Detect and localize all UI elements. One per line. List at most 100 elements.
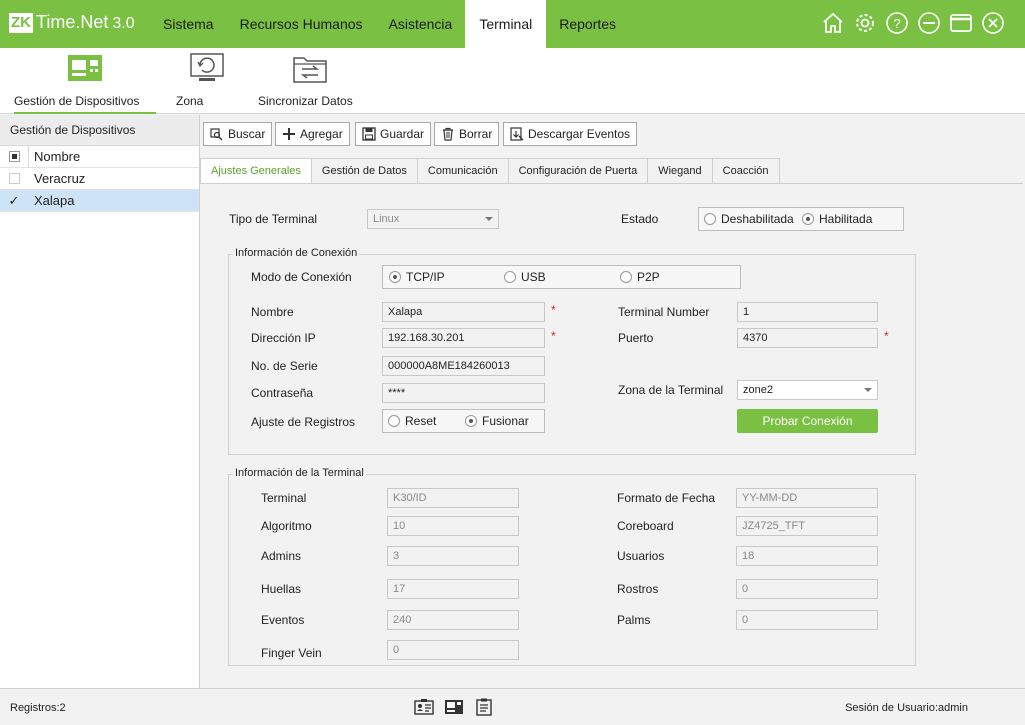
home-icon[interactable] (821, 11, 845, 35)
fingerprints-field: 17 (387, 579, 519, 599)
tab-wiegand[interactable]: Wiegand (648, 158, 713, 184)
subtab-label: Zona (176, 94, 204, 108)
gear-icon[interactable] (853, 11, 877, 35)
ip-address-field[interactable]: 192.168.30.201 (382, 328, 545, 348)
window-controls: ? (821, 11, 1005, 35)
algorithm-field: 10 (387, 516, 519, 536)
menu-sistema[interactable]: Sistema (150, 0, 227, 48)
records-count: Registros:2 (10, 702, 66, 714)
zone-icon (189, 52, 225, 84)
palms-field: 0 (736, 610, 878, 630)
subtab-sync-data[interactable]: Sincronizar Datos (258, 48, 362, 114)
events-label: Eventos (261, 613, 305, 627)
row-checkbox-checked[interactable]: ✓ (9, 190, 20, 212)
download-events-button[interactable]: Descargar Eventos (503, 122, 638, 146)
terminal-model-field: K30/ID (387, 488, 519, 508)
terminal-number-label: Terminal Number (618, 305, 710, 319)
terminal-type-select[interactable]: Linux (367, 209, 499, 229)
add-button[interactable]: Agregar (275, 122, 350, 146)
user-session: Sesión de Usuario:admin (845, 702, 968, 714)
menu-terminal[interactable]: Terminal (465, 0, 547, 48)
radio-dot (389, 271, 401, 283)
device-list-title: Gestión de Dispositivos (0, 115, 199, 146)
date-format-label: Formato de Fecha (617, 491, 716, 505)
device-management-icon (67, 52, 103, 84)
coreboard-label: Coreboard (617, 519, 674, 533)
serial-number-field[interactable]: 000000A8ME184260013 (382, 356, 545, 376)
chevron-down-icon (485, 217, 493, 221)
password-field[interactable]: **** (382, 383, 545, 403)
radio-label: Reset (405, 414, 437, 428)
mode-usb-radio[interactable]: USB (504, 270, 546, 284)
save-button[interactable]: Guardar (355, 122, 432, 146)
download-icon (510, 127, 524, 141)
mode-p2p-radio[interactable]: P2P (620, 270, 660, 284)
users-label: Usuarios (617, 549, 665, 563)
finger-vein-label: Finger Vein (261, 646, 322, 660)
terminal-icon[interactable] (444, 698, 464, 716)
serial-number-label: No. de Serie (251, 359, 318, 373)
status-label: Estado (621, 212, 659, 226)
radio-label: Deshabilitada (721, 212, 794, 226)
name-field[interactable]: Xalapa (382, 302, 545, 322)
search-button[interactable]: Buscar (203, 122, 273, 146)
tab-general-settings[interactable]: Ajustes Generales (200, 158, 312, 184)
column-header-name[interactable]: Nombre (28, 145, 199, 168)
device-list-header: Nombre (0, 145, 199, 168)
finger-vein-field: 0 (387, 640, 519, 660)
select-all-checkbox[interactable] (8, 151, 20, 162)
menu-recursos-humanos[interactable]: Recursos Humanos (227, 0, 376, 48)
row-checkbox[interactable] (8, 173, 20, 184)
action-toolbar: Buscar Agregar Guardar Borrar Descargar … (200, 115, 1025, 155)
terminal-number-field[interactable]: 1 (737, 302, 878, 322)
device-row-veracruz[interactable]: Veracruz (0, 168, 199, 190)
user-card-icon[interactable] (414, 698, 434, 716)
radio-label: TCP/IP (406, 270, 445, 284)
save-icon (362, 127, 376, 141)
status-disabled-radio[interactable]: Deshabilitada (704, 212, 794, 226)
faces-label: Rostros (617, 582, 659, 596)
terminal-type-label: Tipo de Terminal (229, 212, 318, 226)
delete-button[interactable]: Borrar (434, 122, 500, 146)
radio-label: USB (521, 270, 546, 284)
report-icon[interactable] (474, 698, 494, 716)
ip-address-label: Dirección IP (251, 331, 316, 345)
tab-duress[interactable]: Coacción (712, 158, 780, 184)
device-name: Xalapa (34, 192, 75, 208)
port-label: Puerto (618, 331, 654, 345)
tab-communication[interactable]: Comunicación (417, 158, 509, 184)
tab-data-management[interactable]: Gestión de Datos (311, 158, 418, 184)
test-connection-button[interactable]: Probar Conexión (737, 409, 878, 433)
sub-toolbar: Gestión de Dispositivos Zona Sincronizar… (0, 48, 1025, 114)
device-row-xalapa[interactable]: ✓ Xalapa (0, 190, 199, 212)
app-logo: ZK Time.Net 3.0 (9, 12, 135, 33)
connection-info-title: Información de Conexión (233, 247, 360, 259)
terminal-zone-label: Zona de la Terminal (618, 383, 724, 397)
port-field[interactable]: 4370 (737, 328, 878, 348)
download-events-button-label: Descargar Eventos (528, 127, 631, 141)
maximize-icon[interactable] (949, 11, 973, 35)
device-name: Veracruz (34, 170, 86, 186)
delete-button-label: Borrar (459, 127, 493, 141)
help-icon[interactable]: ? (885, 11, 909, 35)
close-icon[interactable] (981, 11, 1005, 35)
minimize-icon[interactable] (917, 11, 941, 35)
name-label: Nombre (251, 305, 294, 319)
mode-tcpip-radio[interactable]: TCP/IP (389, 270, 445, 284)
tab-door-configuration[interactable]: Configuración de Puerta (508, 158, 649, 184)
records-merge-radio[interactable]: Fusionar (465, 414, 529, 428)
required-mark: * (551, 303, 556, 317)
terminal-zone-select[interactable]: zone2 (737, 380, 878, 400)
menu-asistencia[interactable]: Asistencia (376, 0, 466, 48)
events-field: 240 (387, 610, 519, 630)
settings-tabs: Ajustes Generales Gestión de Datos Comun… (200, 158, 780, 184)
palms-label: Palms (617, 613, 651, 627)
records-reset-radio[interactable]: Reset (388, 414, 436, 428)
subtab-zone[interactable]: Zona (176, 48, 238, 114)
subtab-device-management[interactable]: Gestión de Dispositivos (14, 48, 156, 114)
status-enabled-radio[interactable]: Habilitada (802, 212, 872, 226)
date-format-field: YY-MM-DD (736, 488, 878, 508)
terminal-zone-value: zone2 (743, 384, 773, 396)
menu-reportes[interactable]: Reportes (546, 0, 629, 48)
faces-field: 0 (736, 579, 878, 599)
